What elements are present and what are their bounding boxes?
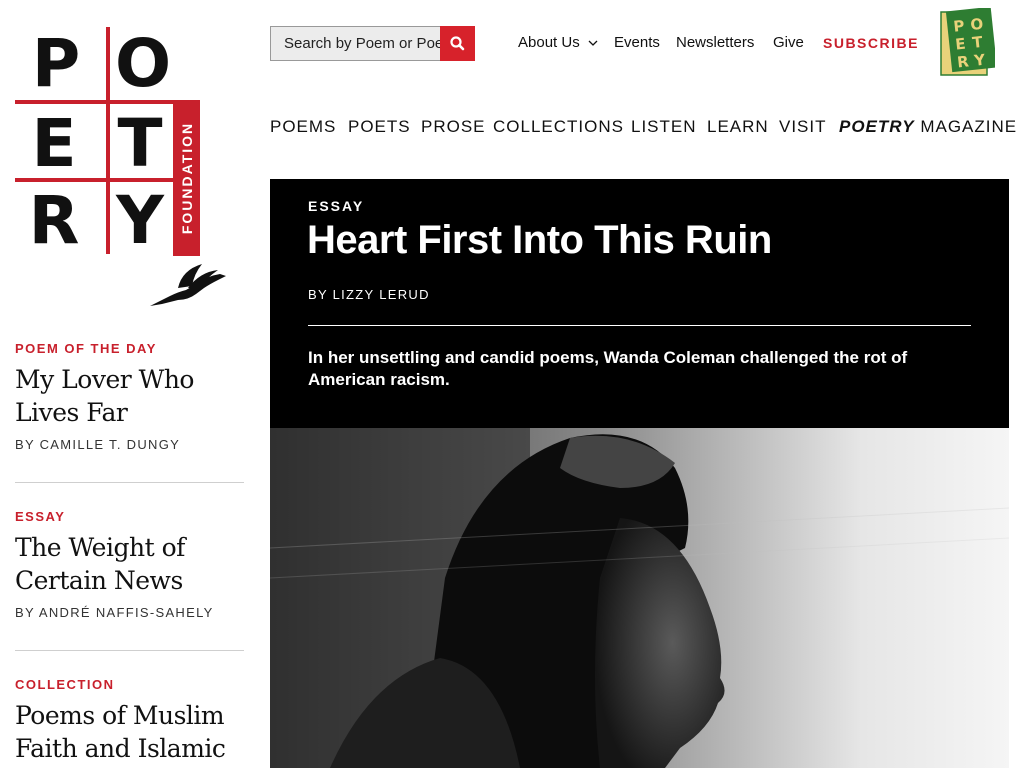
sidebar-kicker: POEM OF THE DAY <box>15 341 157 356</box>
sidebar-title-link[interactable]: The Weight of Certain News <box>15 531 215 597</box>
featured-essay-hero: ESSAY Heart First Into This Ruin BY LIZZ… <box>270 179 1009 428</box>
hero-photo[interactable] <box>270 428 1009 768</box>
sidebar-kicker: ESSAY <box>15 509 66 524</box>
nav-collections[interactable]: COLLECTIONS <box>493 117 624 137</box>
sidebar-title-link[interactable]: Poems of Muslim Faith and Islamic <box>15 699 243 765</box>
nav-learn[interactable]: LEARN <box>707 117 769 137</box>
give-link[interactable]: Give <box>773 34 804 51</box>
nav-magazine-em: POETRY <box>839 117 915 136</box>
sidebar-divider <box>15 650 244 651</box>
search-button[interactable] <box>440 26 475 61</box>
sidebar-item[interactable]: POEM OF THE DAY My Lover Who Lives Far B… <box>15 341 245 452</box>
subscribe-link[interactable]: SUBSCRIBE <box>823 35 919 51</box>
events-link[interactable]: Events <box>614 34 660 51</box>
search-form <box>270 26 475 61</box>
hero-dek: In her unsettling and candid poems, Wand… <box>308 348 908 389</box>
sidebar-item[interactable]: ESSAY The Weight of Certain News BY ANDR… <box>15 509 245 620</box>
badge-letter: O <box>969 15 984 34</box>
search-input[interactable] <box>270 26 440 61</box>
badge-letter: P <box>953 17 966 36</box>
logo-letter: P <box>31 25 81 102</box>
sidebar-item[interactable]: COLLECTION Poems of Muslim Faith and Isl… <box>15 677 245 765</box>
poetry-magazine-badge[interactable]: P O E T R Y <box>940 8 995 78</box>
nav-listen[interactable]: LISTEN <box>631 117 697 137</box>
nav-poetry-magazine[interactable]: POETRY MAGAZINE <box>839 117 1017 137</box>
sidebar-byline: BY ANDRÉ NAFFIS-SAHELY <box>15 605 214 620</box>
nav-magazine-label: MAGAZINE <box>920 117 1018 136</box>
pegasus-icon <box>150 264 226 306</box>
badge-letter: R <box>956 52 970 71</box>
search-icon <box>450 36 465 51</box>
nav-poets[interactable]: POETS <box>348 117 411 137</box>
logo-letter: T <box>117 105 163 182</box>
sidebar-byline: BY CAMILLE T. DUNGY <box>15 437 181 452</box>
sidebar-title-link[interactable]: My Lover Who Lives Far <box>15 363 215 429</box>
logo-letter: R <box>28 182 80 259</box>
hero-divider <box>308 325 971 326</box>
hero-title-link[interactable]: Heart First Into This Ruin <box>307 218 772 263</box>
newsletters-link[interactable]: Newsletters <box>676 34 754 51</box>
logo-letter: E <box>31 105 77 182</box>
about-us-label: About Us <box>518 34 580 51</box>
logo-foundation-box: FOUNDATION <box>173 100 200 256</box>
logo-letter: Y <box>116 182 164 259</box>
logo-letter: O <box>114 25 172 102</box>
hero-kicker: ESSAY <box>308 198 365 214</box>
hero-byline-link[interactable]: BY LIZZY LERUD <box>308 287 430 302</box>
about-us-link[interactable]: About Us <box>518 34 598 51</box>
nav-prose[interactable]: PROSE <box>421 117 486 137</box>
sidebar-divider <box>15 482 244 483</box>
logo-foundation-label: FOUNDATION <box>178 121 195 235</box>
chevron-down-icon <box>588 40 598 46</box>
nav-visit[interactable]: VISIT <box>779 117 827 137</box>
nav-poems[interactable]: POEMS <box>270 117 336 137</box>
badge-letter: E <box>954 35 966 54</box>
sidebar-kicker: COLLECTION <box>15 677 115 692</box>
